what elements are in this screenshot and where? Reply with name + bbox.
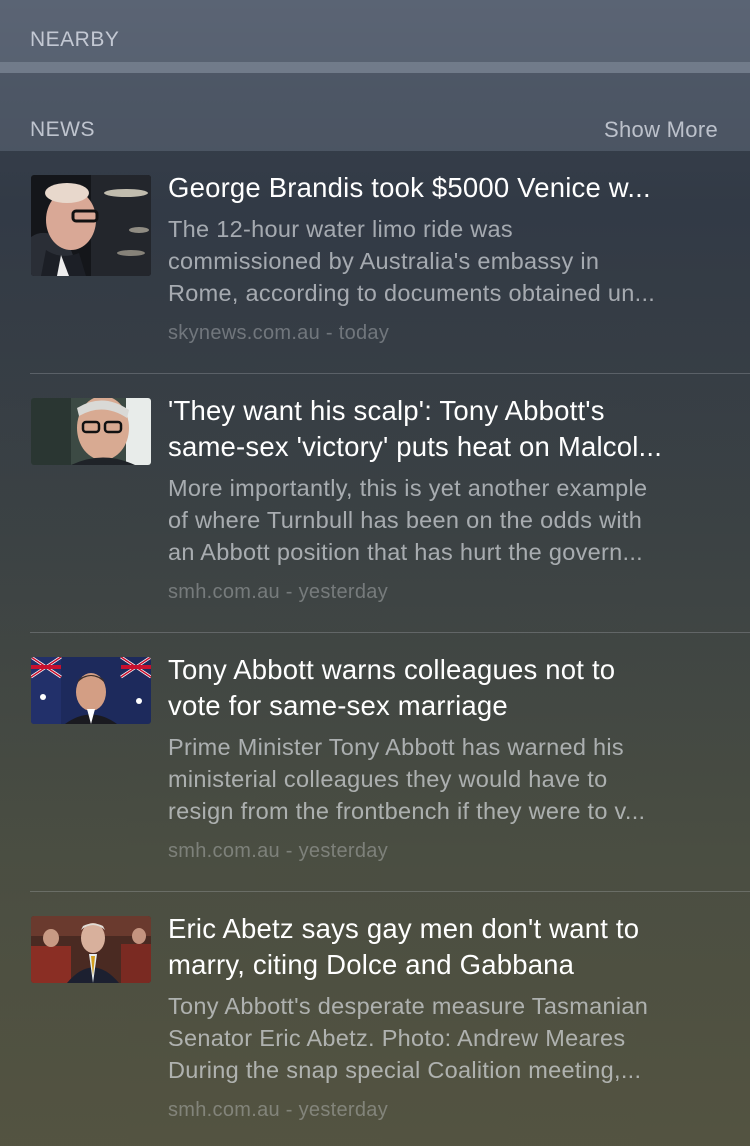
news-source: smh.com.au bbox=[168, 840, 280, 862]
news-time: yesterday bbox=[298, 1099, 389, 1121]
nearby-section-header: NEARBY bbox=[0, 0, 750, 62]
news-thumbnail bbox=[31, 916, 151, 983]
snippet-line: Senator Eric Abetz. Photo: Andrew Meares bbox=[168, 1025, 626, 1051]
news-meta: smh.com.au - yesterday bbox=[168, 581, 388, 604]
news-headline: George Brandis took $5000 Venice w... bbox=[168, 170, 720, 206]
news-label: NEWS bbox=[30, 118, 95, 141]
snippet-line: Prime Minister Tony Abbott has warned hi… bbox=[168, 734, 624, 760]
news-headline: Tony Abbott warns colleagues not to vote… bbox=[168, 652, 720, 724]
news-meta: smh.com.au - yesterday bbox=[168, 840, 388, 863]
show-more-button[interactable]: Show More bbox=[604, 117, 718, 143]
meta-separator: - bbox=[279, 1099, 299, 1121]
nearby-label: NEARBY bbox=[30, 28, 120, 51]
news-thumbnail bbox=[31, 657, 151, 724]
news-thumbnail bbox=[31, 398, 151, 465]
meta-separator: - bbox=[279, 840, 299, 862]
snippet-line: commissioned by Australia's embassy in bbox=[168, 248, 600, 274]
snippet-line: During the snap special Coalition meetin… bbox=[168, 1057, 642, 1083]
snippet-line: an Abbott position that has hurt the gov… bbox=[168, 539, 643, 565]
meta-separator: - bbox=[279, 581, 299, 603]
news-meta: skynews.com.au - today bbox=[168, 322, 389, 345]
news-section-header: NEWS Show More bbox=[0, 73, 750, 151]
headline-line: Eric Abetz says gay men don't want to bbox=[168, 913, 640, 944]
news-time: yesterday bbox=[298, 840, 389, 862]
snippet-line: More importantly, this is yet another ex… bbox=[168, 475, 648, 501]
section-divider bbox=[0, 62, 750, 73]
headline-line: 'They want his scalp': Tony Abbott's bbox=[168, 395, 605, 426]
news-list: George Brandis took $5000 Venice w... Th… bbox=[0, 151, 750, 1146]
news-item[interactable]: George Brandis took $5000 Venice w... Th… bbox=[0, 151, 750, 410]
headline-line: Tony Abbott warns colleagues not to bbox=[168, 654, 616, 685]
snippet-line: ministerial colleagues they would have t… bbox=[168, 766, 608, 792]
headline-line: George Brandis took $5000 Venice w... bbox=[168, 172, 651, 203]
news-headline: 'They want his scalp': Tony Abbott's sam… bbox=[168, 393, 720, 465]
snippet-line: of where Turnbull has been on the odds w… bbox=[168, 507, 643, 533]
news-snippet: The 12-hour water limo ride was commissi… bbox=[168, 213, 720, 309]
news-item[interactable]: 'They want his scalp': Tony Abbott's sam… bbox=[0, 374, 750, 633]
headline-line: marry, citing Dolce and Gabbana bbox=[168, 949, 575, 980]
news-time: yesterday bbox=[298, 581, 389, 603]
snippet-line: Rome, according to documents obtained un… bbox=[168, 280, 656, 306]
headline-line: vote for same-sex marriage bbox=[168, 690, 508, 721]
news-meta: smh.com.au - yesterday bbox=[168, 1099, 388, 1122]
news-snippet: Prime Minister Tony Abbott has warned hi… bbox=[168, 731, 720, 827]
news-snippet: More importantly, this is yet another ex… bbox=[168, 472, 720, 568]
news-item[interactable]: Tony Abbott warns colleagues not to vote… bbox=[0, 633, 750, 892]
news-time: today bbox=[338, 322, 390, 344]
news-snippet: Tony Abbott's desperate measure Tasmania… bbox=[168, 990, 720, 1086]
news-source: skynews.com.au bbox=[168, 322, 321, 344]
news-source: smh.com.au bbox=[168, 1099, 280, 1121]
news-thumbnail bbox=[31, 175, 151, 276]
news-headline: Eric Abetz says gay men don't want to ma… bbox=[168, 911, 720, 983]
news-item[interactable]: Eric Abetz says gay men don't want to ma… bbox=[0, 892, 750, 1146]
meta-separator: - bbox=[320, 322, 339, 344]
snippet-line: The 12-hour water limo ride was bbox=[168, 216, 513, 242]
snippet-line: Tony Abbott's desperate measure Tasmania… bbox=[168, 993, 649, 1019]
headline-line: same-sex 'victory' puts heat on Malcol..… bbox=[168, 431, 663, 462]
news-source: smh.com.au bbox=[168, 581, 280, 603]
snippet-line: resign from the frontbench if they were … bbox=[168, 798, 646, 824]
